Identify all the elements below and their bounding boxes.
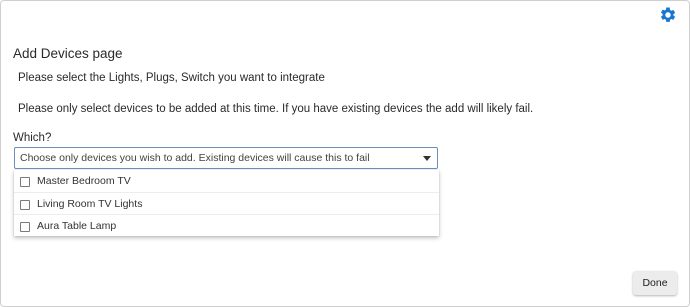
- chevron-down-icon: [423, 156, 431, 161]
- device-option-master-bedroom-tv[interactable]: Master Bedroom TV: [14, 170, 439, 192]
- device-select-label: Which?: [13, 132, 52, 144]
- device-option-living-room-tv-lights[interactable]: Living Room TV Lights: [14, 192, 439, 214]
- device-option-label: Aura Table Lamp: [37, 220, 117, 232]
- device-dropdown-list: Master Bedroom TV Living Room TV Lights …: [14, 170, 439, 236]
- gear-icon: [660, 7, 676, 22]
- device-option-aura-table-lamp[interactable]: Aura Table Lamp: [14, 214, 439, 236]
- checkbox[interactable]: [20, 177, 30, 187]
- instruction-text: Please select the Lights, Plugs, Switch …: [18, 72, 325, 84]
- checkbox[interactable]: [20, 222, 30, 232]
- device-select-placeholder: Choose only devices you wish to add. Exi…: [20, 152, 370, 164]
- done-button[interactable]: Done: [633, 271, 677, 295]
- page-title: Add Devices page: [13, 46, 123, 61]
- device-option-label: Master Bedroom TV: [37, 175, 131, 187]
- device-option-label: Living Room TV Lights: [37, 198, 143, 210]
- device-select[interactable]: Choose only devices you wish to add. Exi…: [14, 147, 438, 169]
- checkbox[interactable]: [20, 200, 30, 210]
- warning-text: Please only select devices to be added a…: [18, 103, 534, 115]
- settings-button[interactable]: [659, 6, 677, 24]
